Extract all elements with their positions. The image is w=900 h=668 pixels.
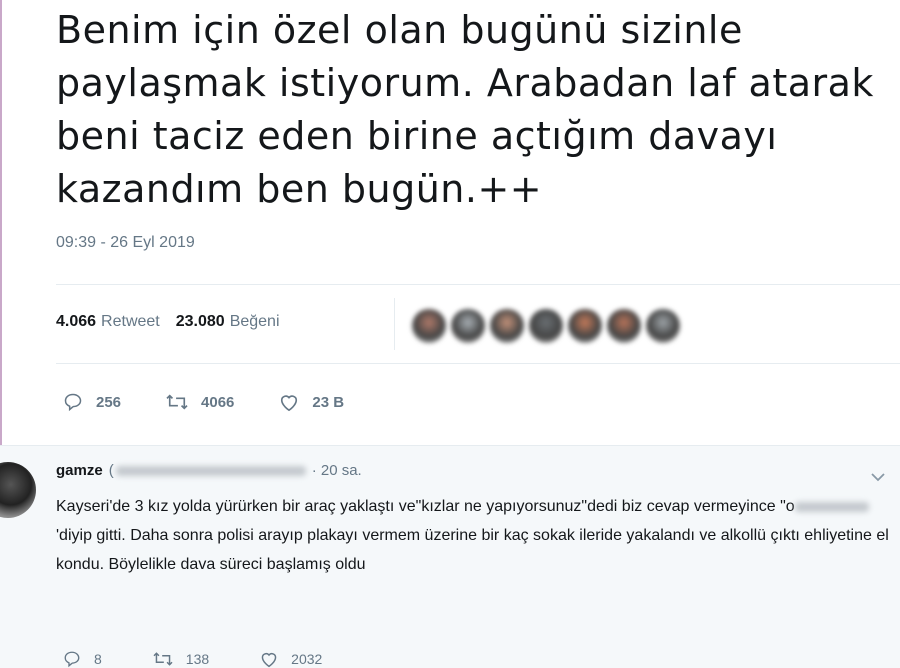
retweet-label[interactable]: Retweet [101, 313, 160, 331]
retweet-button[interactable]: 4066 [165, 392, 234, 412]
divider-top [56, 284, 900, 285]
reply-reply-button[interactable]: 8 [62, 650, 102, 668]
tweet-timestamp[interactable]: 09:39 - 26 Eyl 2019 [56, 234, 195, 252]
retweet-icon [166, 394, 188, 410]
reply-author-name[interactable]: gamze [56, 462, 103, 479]
reply-retweet-count: 138 [185, 651, 210, 667]
reply-text: Kayseri'de 3 kız yolda yürürken bir araç… [56, 492, 896, 579]
heart-icon [261, 652, 277, 668]
chevron-down-icon[interactable] [870, 470, 886, 488]
liker-avatar[interactable] [568, 309, 602, 343]
reply-header: gamze ( · 20 sa. [56, 462, 362, 479]
liker-avatar[interactable] [607, 309, 641, 343]
left-thread-line [0, 0, 2, 445]
reply-handle-prefix: ( [108, 462, 114, 479]
censored-word [794, 501, 869, 512]
reply-text-part2: 'diyip gitti. Daha sonra polisi arayıp p… [56, 527, 889, 573]
avatar[interactable] [0, 462, 36, 518]
reply-count: 256 [96, 393, 122, 411]
tweet-stats: 4.066 Retweet 23.080 Beğeni [56, 313, 296, 331]
liker-avatar[interactable] [412, 309, 446, 343]
divider-mid [56, 363, 900, 364]
liker-avatar[interactable] [529, 309, 563, 343]
reply-icon [64, 651, 80, 668]
liker-avatar[interactable] [490, 309, 524, 343]
reply-text-part1: Kayseri'de 3 kız yolda yürürken bir araç… [56, 498, 795, 515]
reply-icon [64, 393, 82, 412]
stats-separator [394, 298, 395, 350]
tweet-text: Benim için özel olan bugünü sizinle payl… [56, 8, 874, 211]
like-button[interactable]: 23 B [278, 392, 344, 412]
liker-avatar[interactable] [646, 309, 680, 343]
liker-avatar[interactable] [451, 309, 485, 343]
reply-like-button[interactable]: 2032 [259, 650, 322, 668]
reply-actions: 8 138 2032 [62, 650, 372, 668]
liker-avatars[interactable] [412, 309, 685, 343]
retweet-count[interactable]: 4.066 [56, 313, 96, 331]
heart-icon [281, 395, 298, 412]
reply-like-count: 2032 [291, 651, 323, 667]
reply-retweet-button[interactable]: 138 [152, 650, 209, 668]
reply-button[interactable]: 256 [62, 392, 121, 412]
like-count[interactable]: 23.080 [176, 313, 225, 331]
retweet-action-count: 4066 [201, 393, 235, 411]
reply-reply-count: 8 [94, 651, 102, 667]
reply-time[interactable]: · 20 sa. [312, 462, 362, 479]
like-label[interactable]: Beğeni [230, 313, 280, 331]
reply-tweet[interactable]: gamze ( · 20 sa. Kayseri'de 3 kız yolda … [0, 445, 900, 668]
tweet-actions: 256 4066 23 B [62, 392, 388, 412]
like-action-count: 23 B [312, 393, 345, 411]
reply-handle-blurred[interactable] [115, 465, 306, 476]
retweet-icon [153, 652, 173, 666]
